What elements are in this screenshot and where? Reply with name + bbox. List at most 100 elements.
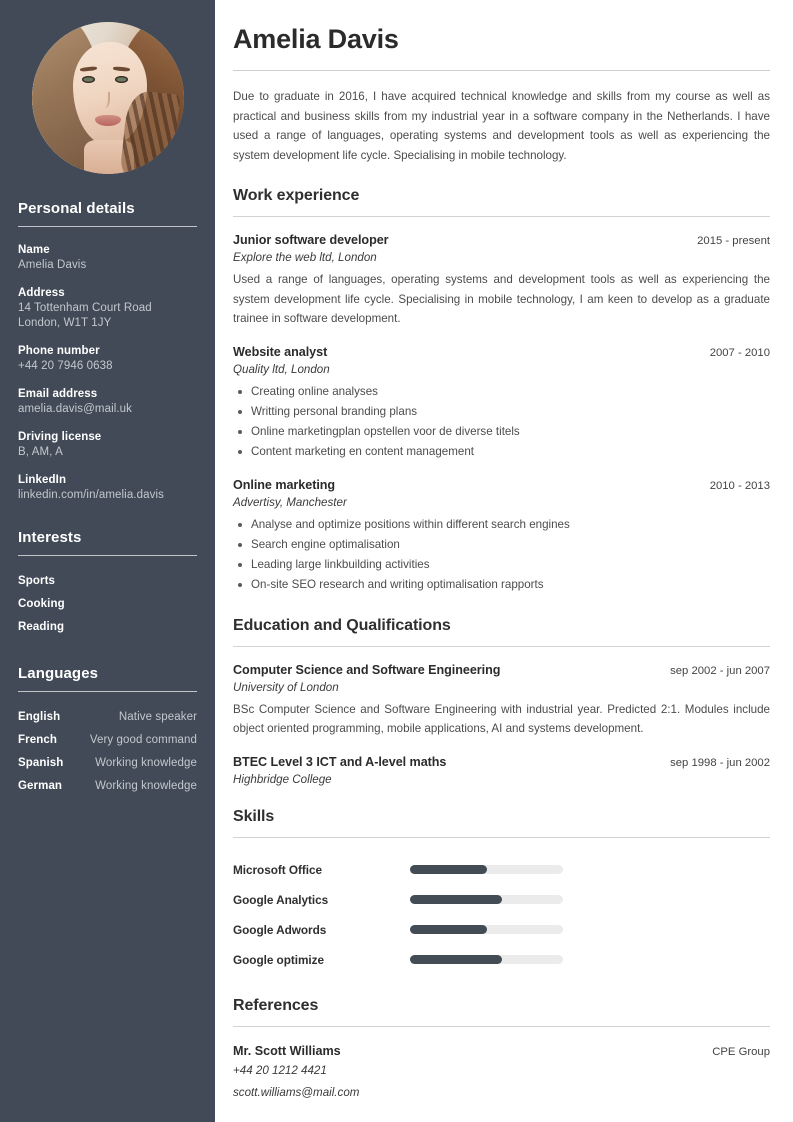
portrait-lips (94, 115, 121, 126)
personal-detail-label: Driving license (18, 431, 102, 443)
portrait-eye-left (81, 76, 95, 83)
personal-details-heading: Personal details (18, 200, 135, 217)
entry-subtitle: Quality ltd, London (233, 362, 330, 376)
personal-detail-value: London, W1T 1JY (18, 317, 112, 329)
personal-detail-label: Address (18, 287, 65, 299)
languages-list: English Native speaker French Very good com… (18, 706, 197, 798)
avatar (31, 22, 184, 174)
entry-subtitle: Explore the web ltd, London (233, 251, 377, 264)
entry-title: Website analyst (233, 344, 328, 359)
references-list: Mr. Scott Williams CPE Group +44 20 1212 4… (233, 1044, 770, 1102)
page-title: Amelia Davis (233, 24, 399, 54)
personal-detail-item: Phone number +44 20 7946 0638 (18, 344, 197, 374)
reference-phone: +44 20 1212 4421 (233, 1063, 327, 1077)
skill-row: Google Adwords (233, 915, 770, 945)
entry-date: 2010 - 2013 (709, 479, 770, 492)
language-name: English (18, 711, 61, 723)
skill-name: Microsoft Office (233, 862, 322, 877)
reference-organisation: CPE Group (712, 1045, 770, 1058)
entry-date: sep 2002 - jun 2007 (670, 664, 770, 677)
personal-detail-label: LinkedIn (18, 474, 67, 486)
language-name: Spanish (18, 757, 64, 769)
entry-bullet-item: Search engine optimalisation (233, 535, 770, 555)
languages-heading: Languages (18, 665, 99, 682)
reference-email: scott.williams@mail.com (233, 1085, 360, 1099)
education-heading: Education and Qualifications (233, 616, 451, 634)
skills-heading: Skills (233, 807, 275, 825)
portrait-eye-right (114, 76, 128, 83)
entry-header: Computer Science and Software Engineerin… (233, 663, 770, 677)
language-name: German (18, 780, 63, 792)
entry-bullet-item: Writting personal branding plans (233, 402, 770, 422)
experience-entry: Junior software developer 2015 - present E… (233, 233, 770, 329)
work-experience-heading: Work experience (233, 187, 360, 204)
entry-bullet-item: Content marketing en content management (233, 442, 770, 462)
interests-list: Sports Cooking Reading (18, 570, 197, 639)
personal-detail-item: Email address amelia.davis@mail.uk (18, 387, 197, 417)
personal-detail-value: B, AM, A (18, 446, 63, 458)
language-row: French Very good command (18, 729, 197, 752)
reference-header: Mr. Scott Williams CPE Group (233, 1044, 770, 1058)
personal-detail-value: 14 Tottenham Court Road (18, 302, 152, 314)
sidebar: Personal details Name Amelia Davis Address… (0, 0, 215, 1122)
interests-section: Interests Sports Cooking Reading (0, 529, 215, 639)
personal-detail-value: Amelia Davis (18, 259, 87, 271)
interests-heading: Interests (18, 529, 82, 546)
skill-name: Google Analytics (233, 892, 329, 907)
skill-row: Microsoft Office (233, 855, 770, 885)
entry-bullet-item: Creating online analyses (233, 382, 770, 402)
main-content: Amelia Davis Due to graduate in 2016, I … (215, 0, 793, 1122)
personal-detail-value: linkedin.com/in/amelia.davis (18, 489, 164, 501)
languages-section: Languages English Native speaker French Ver… (0, 665, 215, 798)
entry-bullet-item: Online marketingplan opstellen voor de d… (233, 422, 770, 442)
experience-entry: Website analyst 2007 - 2010 Quality ltd, L… (233, 345, 770, 462)
personal-detail-label: Phone number (18, 345, 100, 357)
skill-progress-fill (410, 955, 502, 964)
personal-details-section: Personal details Name Amelia Davis Address… (0, 200, 215, 503)
skill-name: Google optimize (233, 952, 325, 967)
skills-list: Microsoft Office Google Analytics Google A… (233, 855, 770, 975)
personal-detail-label: Name (18, 244, 50, 256)
divider (18, 555, 197, 556)
personal-detail-item: Address 14 Tottenham Court Road London, W1… (18, 286, 197, 331)
divider (18, 226, 197, 227)
interest-item: Cooking (18, 598, 65, 610)
entry-subtitle: University of London (233, 680, 339, 694)
skill-row: Google Analytics (233, 885, 770, 915)
language-level: Native speaker (118, 711, 197, 723)
divider (233, 1025, 770, 1027)
entry-header: Website analyst 2007 - 2010 (233, 345, 770, 359)
skill-name: Google Adwords (233, 922, 327, 937)
divider (233, 70, 770, 71)
resume-page: Personal details Name Amelia Davis Address… (0, 0, 793, 1122)
portrait-nose (102, 92, 110, 108)
entry-subtitle: Advertisy, Manchester (233, 495, 347, 509)
interest-item: Reading (18, 621, 65, 633)
experience-entry: Online marketing 2010 - 2013 Advertisy, Ma… (233, 478, 770, 595)
entry-date: 2007 - 2010 (709, 346, 770, 359)
work-experience-list: Junior software developer 2015 - present E… (233, 233, 770, 595)
entry-bullet-list: Analyse and optimize positions within di… (233, 515, 770, 595)
entry-title: Online marketing (233, 477, 336, 492)
divider (233, 645, 770, 647)
skill-row: Google optimize (233, 945, 770, 975)
entry-header: BTEC Level 3 ICT and A-level maths sep 19… (233, 755, 770, 769)
skill-progress-track (410, 865, 563, 874)
entry-header: Junior software developer 2015 - present (233, 233, 770, 247)
interest-item: Sports (18, 575, 56, 587)
experience-entry: BTEC Level 3 ICT and A-level maths sep 19… (233, 755, 770, 786)
avatar-container (0, 0, 215, 174)
language-name: French (18, 734, 57, 746)
entry-title: Computer Science and Software Engineerin… (233, 662, 501, 677)
skill-progress-fill (410, 865, 487, 874)
personal-details-list: Name Amelia Davis Address 14 Tottenham Cour… (18, 243, 197, 503)
divider (233, 836, 770, 838)
reference-name: Mr. Scott Williams (233, 1043, 341, 1058)
personal-detail-item: Name Amelia Davis (18, 243, 197, 273)
divider (18, 691, 197, 692)
language-level: Working knowledge (95, 780, 197, 792)
reference-entry: Mr. Scott Williams CPE Group +44 20 1212 4… (233, 1044, 770, 1102)
education-list: Computer Science and Software Engineerin… (233, 663, 770, 786)
skill-progress-track (410, 895, 563, 904)
language-row: English Native speaker (18, 706, 197, 729)
